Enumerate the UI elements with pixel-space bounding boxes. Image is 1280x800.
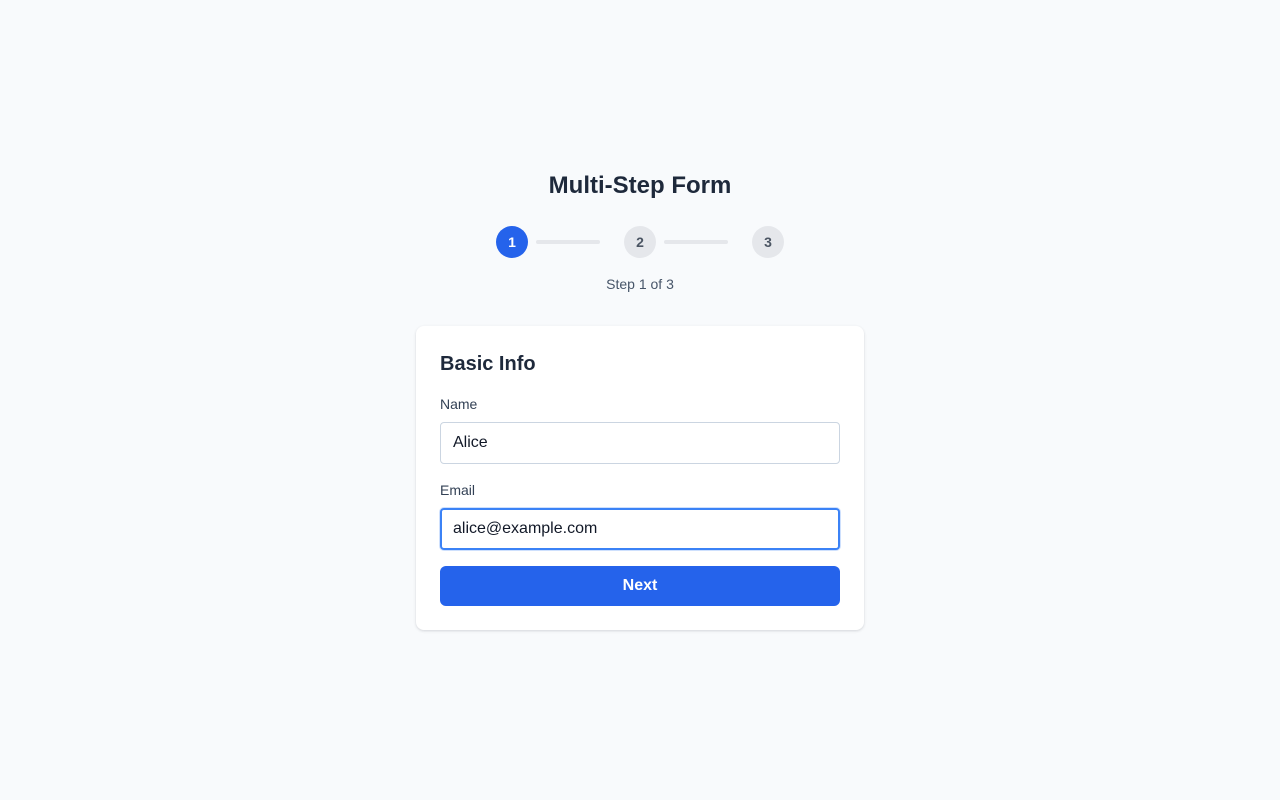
name-label: Name <box>440 396 478 412</box>
step-connector-2-3 <box>664 240 728 244</box>
step-2-indicator: 2 <box>624 226 656 258</box>
email-label: Email <box>440 482 476 498</box>
page-title: Multi-Step Form <box>548 172 732 199</box>
name-input[interactable] <box>440 422 840 464</box>
step-connector-1-2 <box>536 240 600 244</box>
step-1-indicator: 1 <box>496 226 528 258</box>
step-indicator: 1 2 3 <box>496 226 784 258</box>
card-title: Basic Info <box>440 353 536 375</box>
email-input[interactable] <box>440 508 840 550</box>
step-3-indicator: 3 <box>752 226 784 258</box>
form-card: Basic Info Name Email Next <box>416 326 864 630</box>
next-button[interactable]: Next <box>440 566 840 606</box>
step-progress-text: Step 1 of 3 <box>606 276 674 292</box>
